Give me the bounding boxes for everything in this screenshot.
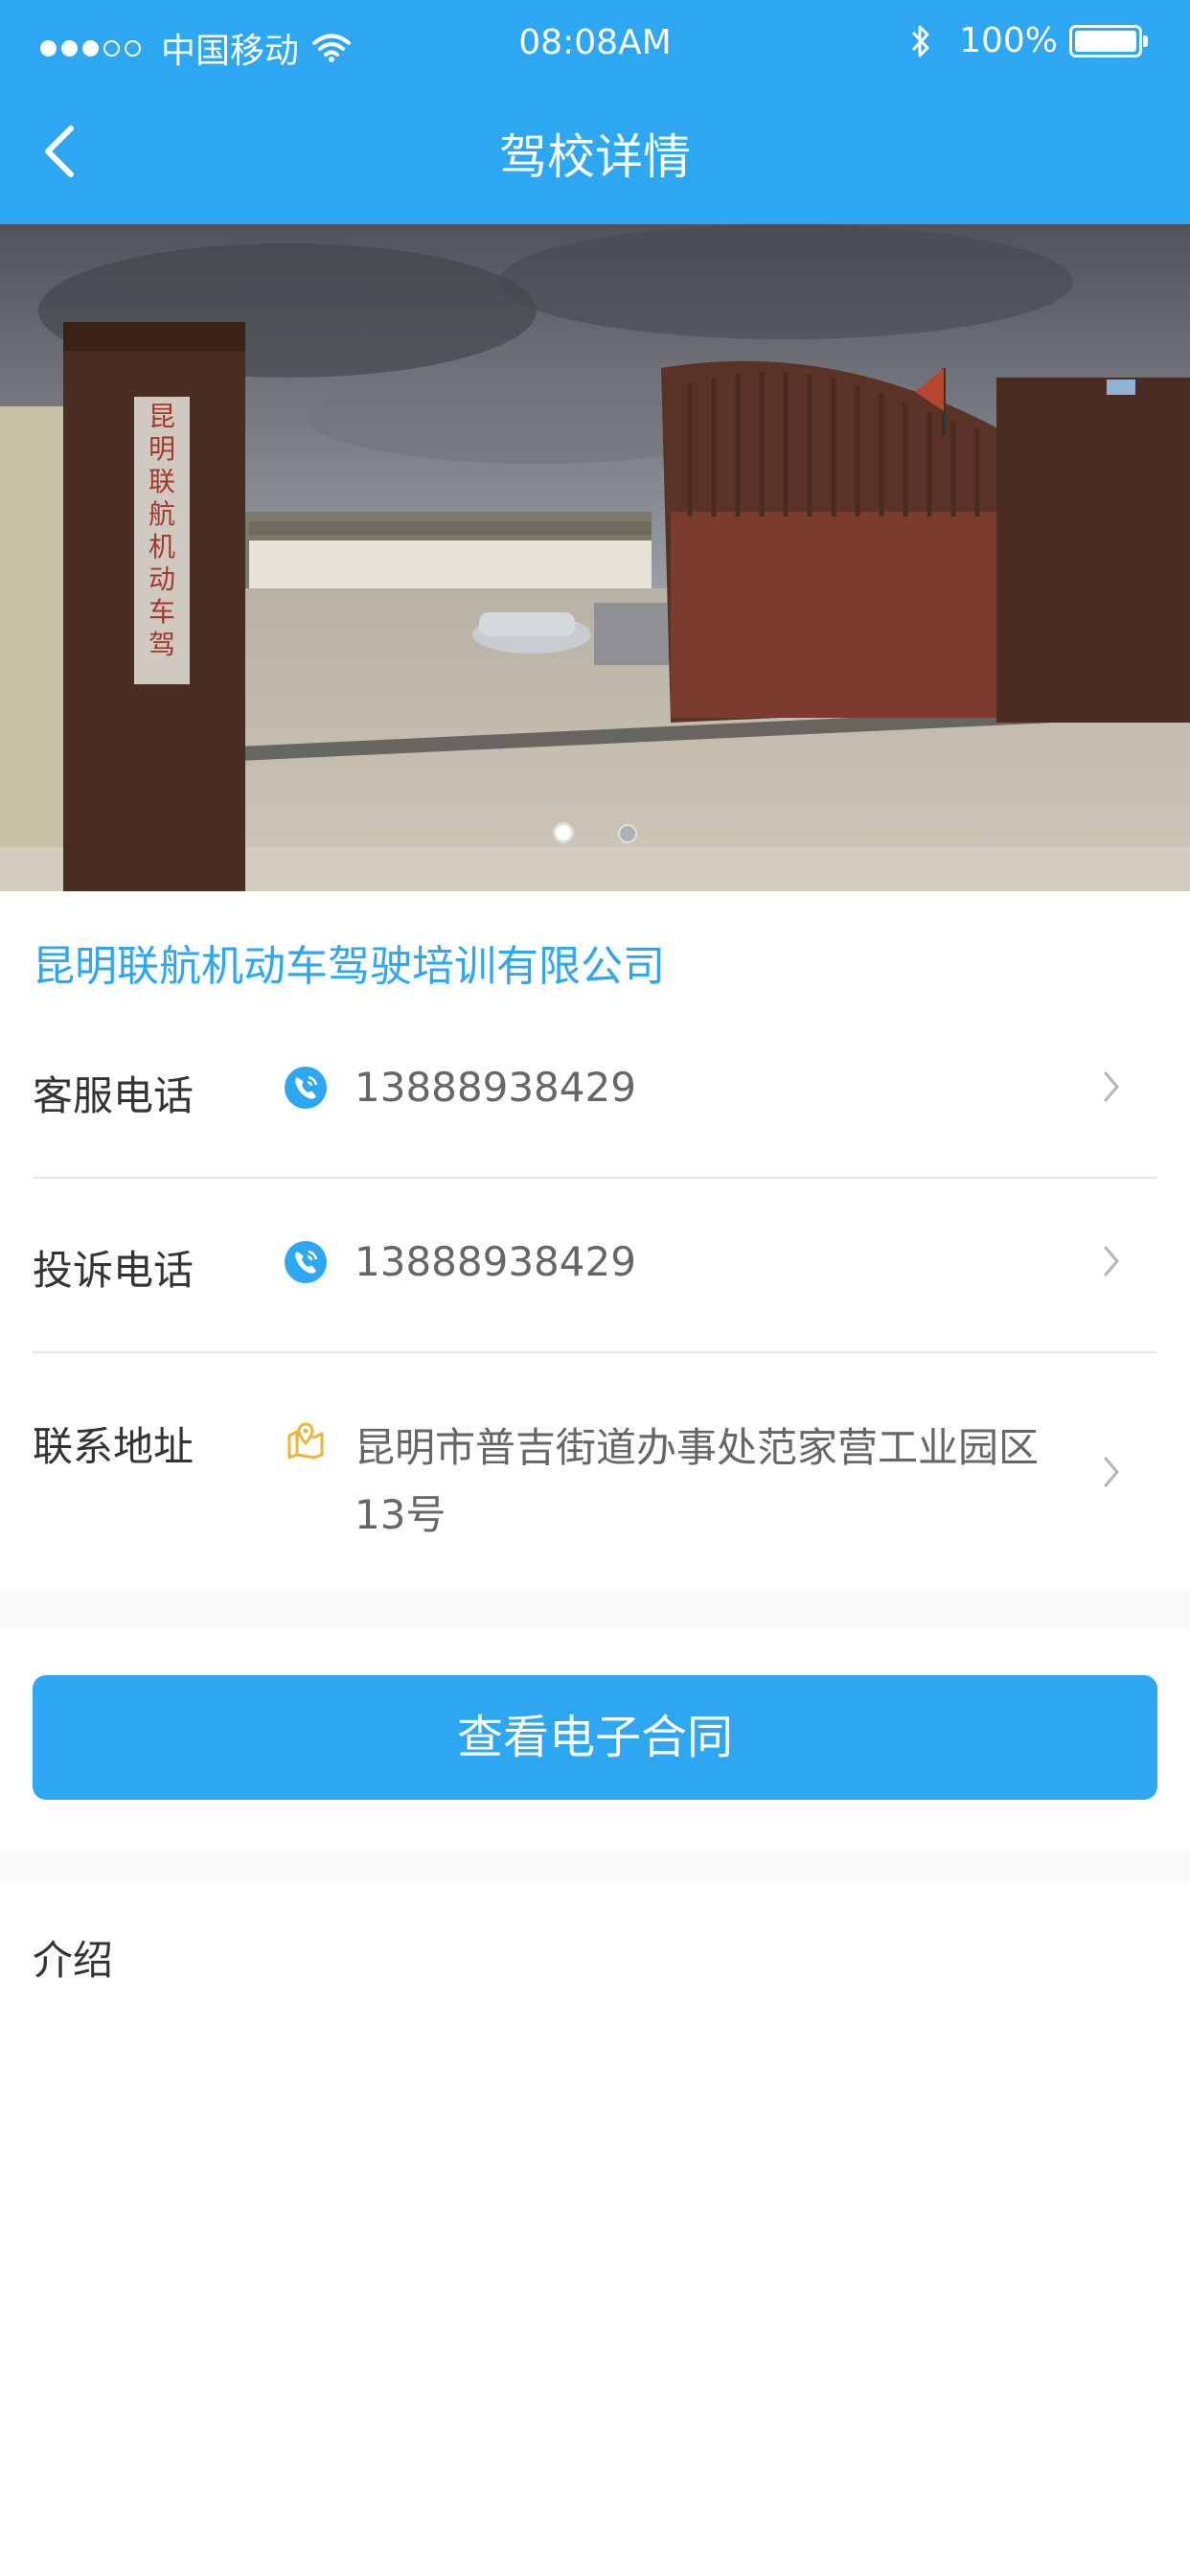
navigation-bar: 驾校详情 — [0, 92, 1190, 224]
status-bar: 中国移动 08:08AM 100% — [0, 0, 1190, 92]
row-divider — [33, 1351, 1157, 1353]
pager-dot[interactable] — [617, 824, 637, 843]
svg-text:明: 明 — [149, 433, 175, 465]
svg-text:昆: 昆 — [149, 401, 175, 432]
svg-text:机: 机 — [149, 531, 175, 563]
school-photo-carousel[interactable]: 昆 明 联 航 机 动 车 驾 — [0, 224, 1190, 891]
chevron-right-icon[interactable] — [1096, 1242, 1125, 1280]
battery-percent: 100% — [959, 21, 1058, 60]
phone-icon — [285, 1067, 327, 1109]
svg-text:车: 车 — [149, 596, 175, 628]
complaint-phone-row[interactable]: 投诉电话 13888938429 — [33, 1229, 1157, 1353]
intro-heading: 介绍 — [33, 1937, 114, 1984]
address-row[interactable]: 联系地址 昆明市普吉街道办事处范家营工业园区 13号 — [33, 1405, 1157, 1558]
row-label: 联系地址 — [33, 1423, 195, 1470]
complaint-phone[interactable]: 13888938429 — [355, 1238, 636, 1285]
row-label: 客服电话 — [33, 1072, 195, 1119]
svg-text:动: 动 — [149, 564, 175, 595]
address-line-1: 昆明市普吉街道办事处范家营工业园区 — [355, 1424, 1040, 1471]
customer-service-phone-row[interactable]: 客服电话 13888938429 — [33, 1054, 1157, 1179]
map-location-icon — [287, 1422, 324, 1460]
customer-service-phone[interactable]: 13888938429 — [355, 1064, 636, 1111]
chevron-right-icon[interactable] — [1096, 1068, 1125, 1106]
phone-icon — [285, 1241, 327, 1283]
school-gate-photo: 昆 明 联 航 机 动 车 驾 — [0, 224, 1190, 891]
address-text[interactable]: 昆明市普吉街道办事处范家营工业园区 13号 — [355, 1414, 1039, 1549]
row-divider — [33, 1177, 1157, 1179]
school-name: 昆明联航机动车驾驶培训有限公司 — [33, 942, 665, 991]
page-title: 驾校详情 — [499, 129, 691, 185]
battery-icon — [1069, 24, 1148, 58]
app-header: 中国移动 08:08AM 100% 驾校详情 — [0, 0, 1190, 224]
section-gap — [0, 1591, 1190, 1631]
chevron-right-icon[interactable] — [1096, 1453, 1125, 1491]
view-e-contract-button[interactable]: 查看电子合同 — [33, 1675, 1157, 1800]
carousel-pager — [0, 822, 1190, 847]
svg-text:联: 联 — [149, 466, 175, 497]
pager-dot-active[interactable] — [553, 822, 575, 843]
address-line-2: 13号 — [355, 1491, 446, 1538]
row-label: 投诉电话 — [33, 1247, 195, 1294]
svg-text:驾: 驾 — [149, 629, 175, 660]
bluetooth-icon — [911, 25, 929, 57]
svg-text:航: 航 — [149, 498, 175, 530]
section-gap — [0, 1850, 1190, 1884]
